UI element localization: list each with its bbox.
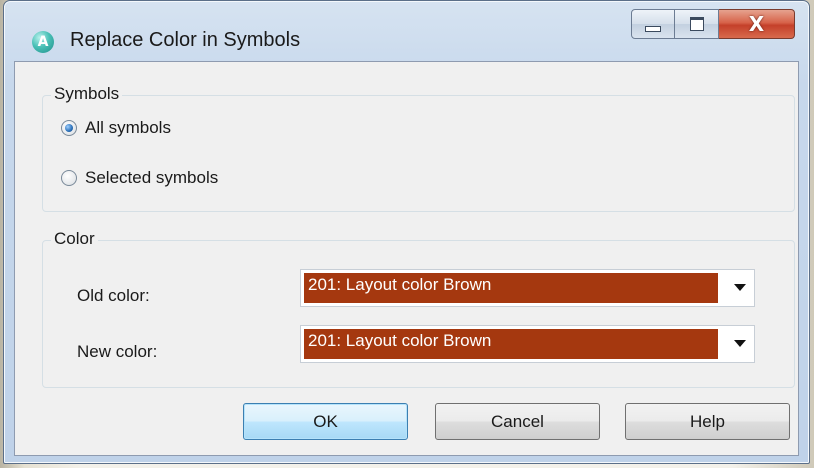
minimize-button[interactable] xyxy=(631,9,675,39)
color-group-label: Color xyxy=(51,229,98,249)
app-icon: A xyxy=(32,31,54,53)
symbols-group-label: Symbols xyxy=(51,84,123,104)
new-color-value: 201: Layout color Brown xyxy=(304,329,718,359)
selected-symbols-radio[interactable] xyxy=(61,170,77,186)
chevron-down-icon[interactable] xyxy=(734,340,746,347)
help-button[interactable]: Help xyxy=(625,403,790,440)
window-title: Replace Color in Symbols xyxy=(70,29,301,51)
caption-buttons: X xyxy=(631,9,795,39)
old-color-dropdown[interactable]: 201: Layout color Brown xyxy=(300,269,755,307)
maximize-button[interactable] xyxy=(675,9,719,39)
dialog-client-area: Symbols All symbols Selected symbols Col… xyxy=(14,61,799,456)
symbols-groupbox: Symbols All symbols Selected symbols xyxy=(42,84,795,212)
new-color-label: New color: xyxy=(77,342,158,361)
old-color-value: 201: Layout color Brown xyxy=(304,273,718,303)
selected-symbols-label: Selected symbols xyxy=(85,168,219,187)
dialog-window: A Replace Color in Symbols X Symbols All… xyxy=(3,0,810,464)
close-button[interactable]: X xyxy=(719,9,795,39)
cancel-button[interactable]: Cancel xyxy=(435,403,600,440)
new-color-dropdown[interactable]: 201: Layout color Brown xyxy=(300,325,755,363)
color-groupbox: Color Old color: 201: Layout color Brown… xyxy=(42,229,795,388)
all-symbols-option[interactable]: All symbols xyxy=(61,118,171,138)
old-color-label: Old color: xyxy=(77,286,150,305)
maximize-icon xyxy=(689,17,704,31)
close-icon: X xyxy=(748,12,765,36)
all-symbols-label: All symbols xyxy=(85,118,171,137)
minimize-icon xyxy=(645,26,661,32)
ok-button[interactable]: OK xyxy=(243,403,408,440)
selected-symbols-option[interactable]: Selected symbols xyxy=(61,168,218,188)
chevron-down-icon[interactable] xyxy=(734,284,746,291)
all-symbols-radio[interactable] xyxy=(61,120,77,136)
